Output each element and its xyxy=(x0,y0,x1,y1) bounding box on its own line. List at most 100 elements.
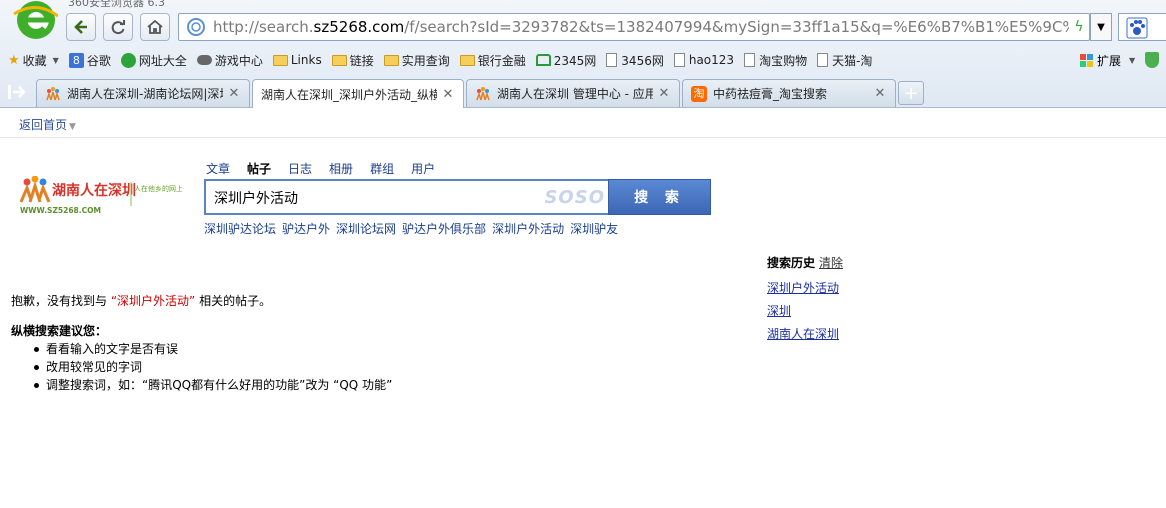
arrow-left-icon xyxy=(74,20,87,34)
top-bar: 返回首页 ▼ xyxy=(0,108,1166,138)
search-history: 搜索历史 清除 深圳户外活动 深圳 湖南人在深圳 xyxy=(767,254,843,346)
search-box: SOSO xyxy=(204,179,611,215)
refresh-icon xyxy=(111,20,125,35)
close-icon[interactable]: ✕ xyxy=(227,86,241,101)
tab-user[interactable]: 用户 xyxy=(411,160,435,177)
tab-blog[interactable]: 日志 xyxy=(288,160,312,177)
soso-watermark: SOSO xyxy=(544,187,605,208)
hot-words: 深圳驴达论坛 驴达户外 深圳论坛网 驴达户外俱乐部 深圳户外活动 深圳驴友 xyxy=(204,220,624,237)
tab-taobao-search[interactable]: 淘 中药祛痘膏_淘宝搜索 ✕ xyxy=(682,79,896,107)
folder-icon xyxy=(272,54,288,66)
folder-icon xyxy=(459,54,475,66)
clear-history-link[interactable]: 清除 xyxy=(819,254,843,271)
tab-admin-center[interactable]: 湖南人在深圳 管理中心 - 应用 ✕ xyxy=(466,79,680,107)
plus-icon: + xyxy=(903,82,919,104)
history-item[interactable]: 湖南人在深圳 xyxy=(767,323,843,346)
no-result-message: 抱歉，没有找到与 “深圳户外活动” 相关的帖子。 xyxy=(11,294,272,308)
bookmark-hao123[interactable]: hao123 xyxy=(673,53,734,67)
bookmark-folder-links[interactable]: Links xyxy=(272,53,322,67)
page-icon xyxy=(744,53,756,67)
hot-word-link[interactable]: 驴达户外俱乐部 xyxy=(402,220,486,237)
logo-slogan: 人在他乡的网上家园网 xyxy=(134,184,182,193)
hot-word-link[interactable]: 深圳户外活动 xyxy=(492,220,564,237)
list-item: 看看输入的文字是否有误 xyxy=(34,340,392,358)
bookmark-game-center[interactable]: 游戏中心 xyxy=(196,52,263,69)
hot-word-link[interactable]: 驴达户外 xyxy=(282,220,330,237)
sidebar-arrow-icon xyxy=(8,85,26,99)
new-tab-button[interactable]: + xyxy=(898,81,924,105)
tab-group[interactable]: 群组 xyxy=(370,160,394,177)
bookmarks-bar: ★ 收藏 ▼ 8 谷歌 网址大全 游戏中心 Links 链接 实用查询 银行金融… xyxy=(0,49,1166,71)
site-people-icon xyxy=(46,86,60,100)
bookmark-folder-bank[interactable]: 银行金融 xyxy=(459,52,526,69)
hot-word-link[interactable]: 深圳驴达论坛 xyxy=(204,220,276,237)
url-text[interactable]: http://search.sz5268.com/f/search?sId=32… xyxy=(213,18,1069,36)
extensions-menu[interactable]: 扩展 ▼ xyxy=(1080,49,1160,71)
chevron-down-icon: ▼ xyxy=(52,55,59,65)
close-icon[interactable]: ✕ xyxy=(441,87,455,102)
history-item[interactable]: 深圳 xyxy=(767,300,843,323)
bookmark-folder-link[interactable]: 链接 xyxy=(331,52,374,69)
chevron-down-icon: ▼ xyxy=(69,122,76,132)
google-icon: 8 xyxy=(68,52,84,68)
site-people-icon xyxy=(476,86,490,100)
taobao-icon: 淘 xyxy=(691,85,707,102)
tab-hunan-forum[interactable]: 湖南人在深圳-湖南论坛网|深圳 ✕ xyxy=(36,79,250,107)
home-icon xyxy=(147,19,163,34)
hot-word-link[interactable]: 深圳论坛网 xyxy=(336,220,396,237)
page-icon xyxy=(817,53,829,67)
bookmark-taobao[interactable]: 淘宝购物 xyxy=(744,52,807,69)
tab-outdoor-search[interactable]: 湖南人在深圳_深圳户外活动_纵横 ✕ xyxy=(252,79,464,108)
list-item: 调整搜索词，如：“腾讯QQ都有什么好用的功能”改为 “QQ 功能” xyxy=(34,376,392,394)
search-engine-selector[interactable] xyxy=(1118,13,1166,41)
close-icon[interactable]: ✕ xyxy=(657,86,671,101)
bookmark-google[interactable]: 8 谷歌 xyxy=(68,52,111,69)
tab-strip: 湖南人在深圳-湖南论坛网|深圳 ✕ 湖南人在深圳_深圳户外活动_纵横 ✕ 湖南人… xyxy=(0,77,1166,108)
no-result-keyword: “深圳户外活动” xyxy=(110,294,196,308)
home-button[interactable] xyxy=(140,13,170,41)
bookmark-2345[interactable]: 2345网 xyxy=(535,52,596,69)
back-button[interactable] xyxy=(66,13,96,41)
shield-icon[interactable] xyxy=(1145,52,1160,68)
site-nav-icon xyxy=(120,52,136,68)
house-icon xyxy=(535,54,551,66)
history-item[interactable]: 深圳户外活动 xyxy=(767,277,843,300)
bookmark-favorites[interactable]: ★ 收藏 ▼ xyxy=(8,52,59,69)
bookmark-3456[interactable]: 3456网 xyxy=(606,52,664,69)
chevron-down-icon: ▼ xyxy=(1097,21,1105,33)
close-icon[interactable]: ✕ xyxy=(873,86,887,101)
browser-logo-icon xyxy=(13,1,58,39)
tab-album[interactable]: 相册 xyxy=(329,160,353,177)
suggestion-title: 纵横搜索建议您： xyxy=(11,324,108,338)
page-content: 返回首页▼ 湖南人在深圳 人在他乡的网上家园网 WWW.SZ5268.COM 文… xyxy=(0,108,1166,508)
chevron-down-icon: ▼ xyxy=(1129,55,1136,65)
baidu-paw-icon xyxy=(1126,17,1148,39)
gamepad-icon xyxy=(196,55,212,65)
bookmark-folder-query[interactable]: 实用查询 xyxy=(383,52,450,69)
extensions-grid-icon xyxy=(1080,53,1093,67)
address-bar[interactable]: http://search.sz5268.com/f/search?sId=32… xyxy=(178,13,1090,41)
back-home-link[interactable]: 返回首页 ▼ xyxy=(19,116,76,133)
search-input[interactable] xyxy=(214,188,544,208)
search-button[interactable]: 搜 索 xyxy=(608,179,711,215)
bookmark-site-nav[interactable]: 网址大全 xyxy=(120,52,187,69)
sidebar-toggle-button[interactable] xyxy=(4,81,30,103)
window-title: 360安全浏览器 6.3 xyxy=(68,0,165,9)
globe-icon xyxy=(187,18,205,36)
tab-article[interactable]: 文章 xyxy=(206,160,230,177)
search-type-tabs: 文章 帖子 日志 相册 群组 用户 xyxy=(206,160,452,177)
svg-text:湖南人在深圳: 湖南人在深圳 xyxy=(52,182,136,199)
browser-chrome: 360安全浏览器 6.3 http://search.sz5268.com/f/… xyxy=(0,0,1166,108)
address-dropdown-button[interactable]: ▼ xyxy=(1090,13,1112,41)
star-icon: ★ xyxy=(8,52,20,68)
tab-post[interactable]: 帖子 xyxy=(247,160,271,177)
bullet-icon xyxy=(34,364,39,370)
site-logo[interactable]: 湖南人在深圳 人在他乡的网上家园网 WWW.SZ5268.COM xyxy=(18,176,182,216)
hot-word-link[interactable]: 深圳驴友 xyxy=(570,220,618,237)
history-title: 搜索历史 xyxy=(767,256,816,270)
speed-mode-icon[interactable]: ϟ xyxy=(1069,19,1089,35)
logo-people-icon xyxy=(19,176,51,203)
bookmark-tmall[interactable]: 天猫-淘 xyxy=(817,52,872,69)
folder-icon xyxy=(331,54,347,66)
refresh-button[interactable] xyxy=(103,13,133,41)
